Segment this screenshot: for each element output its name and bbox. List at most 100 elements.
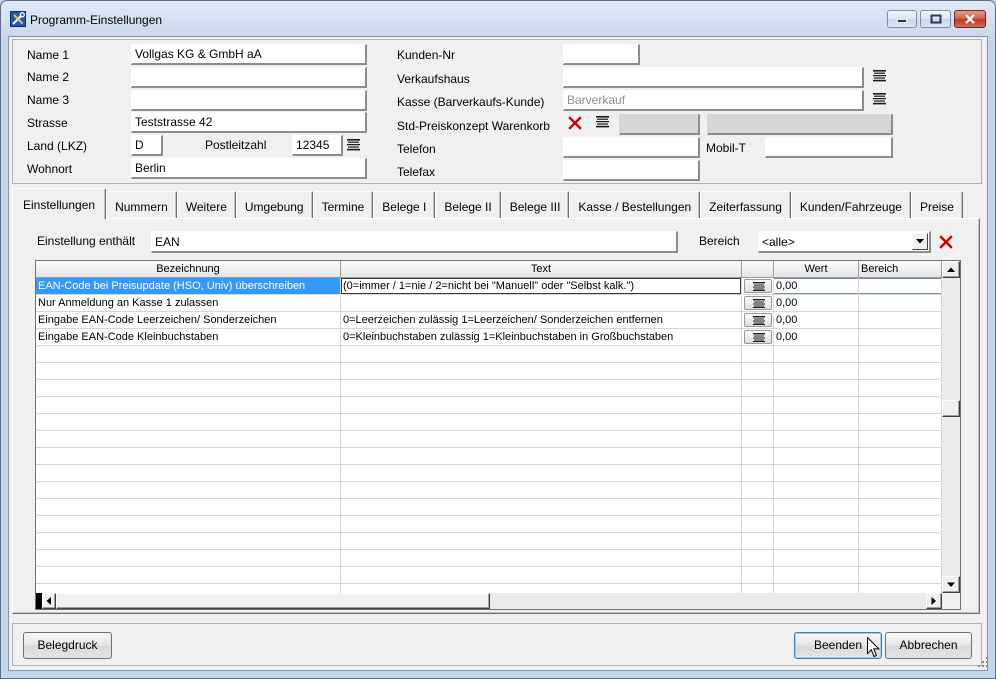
cell-wert[interactable]: 0,00 [774, 329, 859, 345]
name2-field[interactable] [131, 67, 367, 88]
cell-bezeichnung[interactable]: Eingabe EAN-Code Kleinbuchstaben [36, 329, 341, 345]
name1-field[interactable] [131, 44, 367, 65]
empty-cell [859, 584, 942, 593]
postleitzahl-field[interactable] [292, 135, 343, 156]
cell-bereich[interactable] [859, 295, 942, 311]
vertical-scrollbar[interactable] [942, 261, 960, 593]
land-field[interactable] [131, 135, 163, 156]
wohnort-field[interactable] [131, 158, 367, 179]
tab-kunden-fahrzeuge[interactable]: Kunden/Fahrzeuge [790, 191, 911, 218]
empty-cell [859, 550, 942, 566]
cell-bezeichnung[interactable]: Nur Anmeldung an Kasse 1 zulassen [36, 295, 341, 311]
table-row[interactable]: Eingabe EAN-Code Leerzeichen/ Sonderzeic… [36, 312, 942, 329]
tab-einstellungen[interactable]: Einstellungen [12, 188, 107, 219]
vertical-scroll-thumb[interactable] [942, 400, 960, 417]
cell-bereich[interactable] [859, 312, 942, 328]
tab-kasse-bestellungen[interactable]: Kasse / Bestellungen [569, 191, 701, 218]
cell-bezeichnung[interactable]: Eingabe EAN-Code Leerzeichen/ Sonderzeic… [36, 312, 341, 328]
table-row-empty [36, 567, 942, 584]
tab-umgebung[interactable]: Umgebung [235, 191, 313, 218]
empty-cell [774, 431, 859, 447]
list-icon[interactable] [873, 93, 886, 105]
row-detail-button[interactable] [744, 296, 772, 310]
cell-action[interactable] [742, 312, 774, 328]
telefon-field[interactable] [563, 137, 700, 158]
strasse-label: Strasse [27, 116, 68, 130]
verkaufshaus-field[interactable] [563, 67, 864, 88]
cell-text[interactable]: 0=Leerzeichen zulässig 1=Leerzeichen/ So… [341, 312, 742, 328]
table-row-empty [36, 550, 942, 567]
close-button[interactable] [954, 10, 986, 28]
tab-belege-ii[interactable]: Belege II [435, 191, 501, 218]
column-header-wert[interactable]: Wert [774, 261, 859, 277]
scroll-right-button[interactable] [926, 593, 942, 609]
bereich-dropdown-button[interactable] [912, 233, 928, 250]
kasse-field[interactable] [563, 90, 864, 111]
empty-cell [774, 550, 859, 566]
cell-action[interactable] [742, 329, 774, 345]
cell-text[interactable] [341, 295, 742, 311]
list-icon[interactable] [873, 70, 886, 82]
tab-bar: Einstellungen Nummern Weitere Umgebung Termi… [12, 188, 980, 219]
tab-belege-i[interactable]: Belege I [373, 191, 436, 218]
scroll-down-button[interactable] [942, 576, 960, 593]
strasse-field[interactable] [131, 112, 367, 133]
column-header-bezeichnung[interactable]: Bezeichnung [36, 261, 341, 277]
name3-field[interactable] [131, 90, 367, 111]
empty-cell [36, 533, 341, 549]
row-detail-button[interactable] [744, 313, 772, 327]
bereich-select[interactable]: <alle> [758, 231, 931, 253]
cell-wert[interactable]: 0,00 [774, 278, 859, 294]
horizontal-scrollbar[interactable] [36, 593, 942, 609]
mobil-field[interactable] [765, 137, 893, 158]
belegdruck-button[interactable]: Belegdruck [23, 632, 112, 659]
horizontal-scroll-thumb[interactable] [56, 593, 490, 609]
maximize-button[interactable] [920, 10, 951, 28]
cell-wert[interactable]: 0,00 [774, 312, 859, 328]
minimize-button[interactable] [887, 10, 917, 28]
column-header-actions[interactable] [742, 261, 774, 277]
cell-text[interactable]: (0=immer / 1=nie / 2=nicht bei "Manuell"… [341, 278, 742, 294]
tab-weitere[interactable]: Weitere [176, 191, 236, 218]
empty-cell [341, 516, 742, 532]
empty-cell [341, 567, 742, 583]
cell-bezeichnung[interactable]: EAN-Code bei Preisupdate (HSO, Univ) übe… [36, 278, 341, 294]
empty-cell [341, 431, 742, 447]
resize-grip-icon[interactable] [977, 656, 989, 668]
table-row-empty [36, 516, 942, 533]
cell-bereich[interactable] [859, 329, 942, 345]
empty-cell [859, 567, 942, 583]
tab-belege-iii[interactable]: Belege III [500, 191, 570, 218]
table-row[interactable]: EAN-Code bei Preisupdate (HSO, Univ) übe… [36, 278, 942, 295]
tab-preise[interactable]: Preise [910, 191, 963, 218]
column-header-text[interactable]: Text [341, 261, 742, 277]
telefax-field[interactable] [563, 160, 700, 181]
list-icon[interactable] [347, 139, 360, 151]
empty-cell [859, 516, 942, 532]
cell-text[interactable]: 0=Kleinbuchstaben zulässig 1=Kleinbuchst… [341, 329, 742, 345]
scroll-up-button[interactable] [942, 261, 960, 278]
cell-bereich[interactable] [859, 278, 942, 294]
empty-cell [742, 482, 774, 498]
row-detail-button[interactable] [744, 330, 772, 344]
table-row[interactable]: Nur Anmeldung an Kasse 1 zulassen 0,00 [36, 295, 942, 312]
list-icon[interactable] [596, 116, 609, 128]
filter-input[interactable] [151, 231, 678, 253]
delete-x-icon[interactable] [939, 235, 953, 249]
tab-nummern[interactable]: Nummern [106, 191, 177, 218]
tab-termine[interactable]: Termine [312, 191, 374, 218]
column-header-bereich[interactable]: Bereich [859, 261, 942, 277]
table-row-empty [36, 448, 942, 465]
abbrechen-button[interactable]: Abbrechen [885, 632, 972, 659]
scroll-left-button[interactable] [42, 593, 56, 609]
kunden-nr-field[interactable] [563, 44, 640, 65]
table-row[interactable]: Eingabe EAN-Code Kleinbuchstaben 0=Kleinb… [36, 329, 942, 346]
delete-x-icon[interactable] [568, 116, 582, 130]
cell-action[interactable] [742, 295, 774, 311]
tab-zeiterfassung[interactable]: Zeiterfassung [700, 191, 791, 218]
cell-action[interactable] [742, 278, 774, 294]
cell-wert[interactable]: 0,00 [774, 295, 859, 311]
empty-cell [36, 363, 341, 379]
row-detail-button[interactable] [744, 279, 772, 293]
list-icon [753, 316, 765, 325]
